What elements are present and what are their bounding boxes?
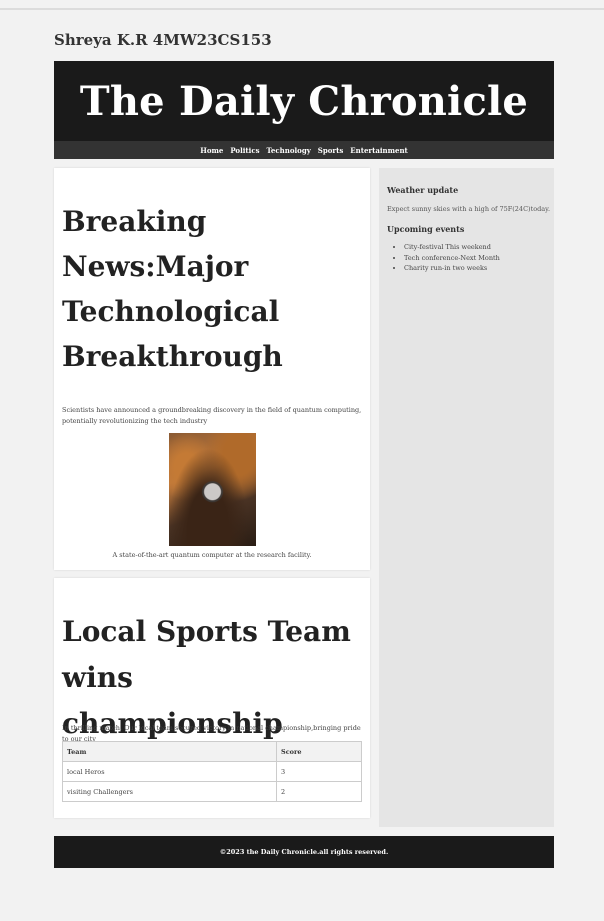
nav-bar: Home Politics Technology Sports Entertai… (54, 141, 554, 159)
article-sports-championship: Local Sports Team wins championship In t… (54, 578, 370, 818)
site-title: The Daily Chronicle (79, 77, 529, 125)
list-item: Tech conference-Next Month (404, 253, 500, 264)
list-item: Charity run-in two weeks (404, 263, 500, 274)
column-header-team: Team (62, 741, 277, 762)
student-name: Shreya K.R 4MW23CS153 (54, 31, 272, 49)
score-cell: 3 (276, 761, 362, 782)
image-caption: A state-of-the-art quantum computer at t… (112, 551, 312, 559)
article-body: Scientists have announced a groundbreaki… (62, 406, 362, 425)
nav-link-home[interactable]: Home (200, 146, 223, 155)
article-image (169, 433, 256, 546)
list-item: City-festival This weekend (404, 242, 500, 253)
table-row: local Heros 3 (62, 761, 362, 782)
masthead: The Daily Chronicle (54, 61, 554, 141)
weather-heading: Weather update (387, 185, 459, 195)
nav-link-technology[interactable]: Technology (267, 146, 311, 155)
team-cell: local Heros (62, 761, 277, 782)
sidebar: Weather update Expect sunny skies with a… (379, 168, 554, 827)
article-title: Breaking News:Major Technological Breakt… (62, 205, 283, 373)
nav-link-sports[interactable]: Sports (318, 146, 343, 155)
events-heading: Upcoming events (387, 224, 465, 234)
article-tech-breakthrough: Breaking News:Major Technological Breakt… (54, 168, 370, 570)
weather-text: Expect sunny skies with a high of 75F(24… (387, 205, 551, 213)
table-row: visiting Challengers 2 (62, 781, 362, 802)
column-header-score: Score (276, 741, 362, 762)
copyright-text: ©2023 the Daily Chronicle.all rights res… (219, 848, 389, 856)
score-cell: 2 (276, 781, 362, 802)
nav-link-entertainment[interactable]: Entertainment (350, 146, 408, 155)
nav-link-politics[interactable]: Politics (230, 146, 259, 155)
score-table: Team Score local Heros 3 visiting Challe… (62, 741, 362, 802)
events-list: City-festival This weekend Tech conferen… (387, 242, 500, 274)
table-header-row: Team Score (62, 741, 362, 762)
team-cell: visiting Challengers (62, 781, 277, 802)
top-divider (0, 8, 604, 10)
footer: ©2023 the Daily Chronicle.all rights res… (54, 836, 554, 868)
